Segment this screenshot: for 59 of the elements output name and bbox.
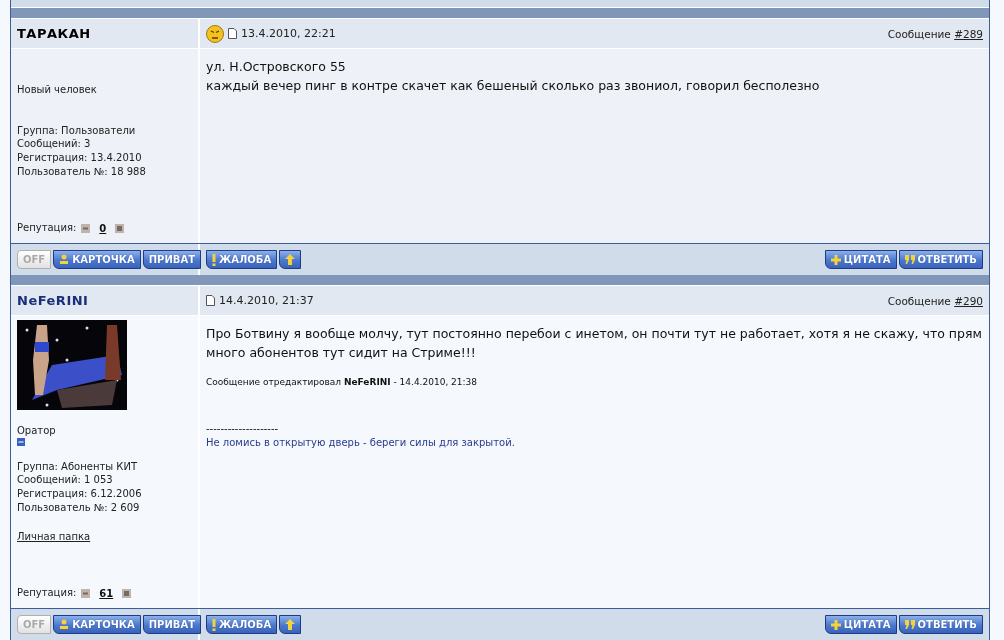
- member-title: Оратор: [17, 424, 57, 438]
- exclamation-icon: [212, 253, 216, 266]
- quote-button[interactable]: ЦИТАТА: [824, 250, 897, 269]
- reputation-label: Репутация:: [17, 221, 77, 235]
- post-number-label: Сообщение #290: [887, 294, 983, 307]
- signature-rule: --------------------: [206, 422, 280, 435]
- post-date: 13.4.2010, 22:21: [241, 27, 336, 40]
- report-button[interactable]: ЖАЛОБА: [206, 250, 278, 269]
- status-button[interactable]: OFF: [17, 615, 52, 634]
- member-stat: Группа: Абоненты КИТ: [17, 459, 139, 474]
- private-message-button[interactable]: ПРИВАТ: [142, 250, 201, 269]
- person-icon: [59, 254, 70, 265]
- document-icon: [228, 28, 237, 39]
- member-stat: Пользователь №: 18 988: [17, 164, 147, 179]
- member-stat: Регистрация: 6.12.2006: [17, 487, 143, 501]
- author-name[interactable]: NeFeRINI: [17, 293, 192, 308]
- reply-button[interactable]: ОТВЕТИТЬ: [898, 615, 983, 634]
- member-stat: Сообщений: 1 053: [17, 473, 114, 488]
- profile-button[interactable]: КАРТОЧКА: [53, 615, 141, 634]
- post-text: Про Ботвину я вообще молчу, тут постоянно перебои с инетом, он почти тут не работает, хотя я не скажу, что прям много абонентов тут сидит на Стриме!!!: [206, 325, 983, 362]
- quote-marks-icon: [904, 255, 915, 264]
- reputation-value[interactable]: 61: [99, 587, 114, 599]
- edit-note: Сообщение отредактировал NeFeRINI - 14.4.2010, 21:38: [206, 376, 479, 388]
- quote-marks-icon: [904, 620, 915, 629]
- member-stat: Сообщений: 3: [17, 137, 92, 152]
- author-name[interactable]: ТАРАКАН: [17, 26, 192, 41]
- minus-icon[interactable]: [81, 223, 91, 233]
- up-arrow-icon: [285, 254, 296, 265]
- reply-button[interactable]: ОТВЕТИТЬ: [898, 250, 983, 269]
- personal-folder-link[interactable]: Личная папка: [17, 530, 91, 542]
- scroll-top-button[interactable]: [279, 250, 302, 269]
- minus-icon[interactable]: [81, 588, 91, 598]
- exclamation-icon: [212, 618, 216, 631]
- reputation-label: Репутация:: [17, 586, 77, 600]
- scroll-top-button[interactable]: [279, 615, 302, 634]
- person-icon: [59, 619, 70, 630]
- profile-button[interactable]: КАРТОЧКА: [53, 250, 141, 269]
- plus-box-icon[interactable]: [122, 588, 132, 598]
- post-date: 14.4.2010, 21:37: [219, 294, 314, 307]
- post-number-link[interactable]: #289: [954, 27, 983, 40]
- up-arrow-icon: [285, 619, 296, 630]
- member-stat: Регистрация: 13.4.2010: [17, 151, 143, 165]
- plus-icon: [830, 619, 841, 630]
- reputation-value[interactable]: 0: [99, 222, 107, 234]
- member-stat: Пользователь №: 2 609: [17, 500, 141, 515]
- private-message-button[interactable]: ПРИВАТ: [142, 615, 201, 634]
- signature-text: Не ломись в открытую дверь - береги силы для закрытой.: [206, 436, 516, 450]
- report-button[interactable]: ЖАЛОБА: [206, 615, 278, 634]
- document-icon: [206, 295, 215, 306]
- member-title: Новый человек: [17, 83, 98, 97]
- member-stat: Группа: Пользователи: [17, 123, 137, 138]
- post-number-label: Сообщение #289: [887, 27, 983, 40]
- status-button[interactable]: OFF: [17, 250, 52, 269]
- plus-box-icon[interactable]: [115, 223, 125, 233]
- quote-button[interactable]: ЦИТАТА: [824, 615, 897, 634]
- post-number-link[interactable]: #290: [954, 294, 983, 307]
- post-text: каждый вечер пинг в контре скачет как бешеный сколько раз звониол, говорил бесполезно: [206, 77, 821, 95]
- plus-icon: [830, 254, 841, 265]
- post-text: ул. Н.Островского 55: [206, 58, 347, 76]
